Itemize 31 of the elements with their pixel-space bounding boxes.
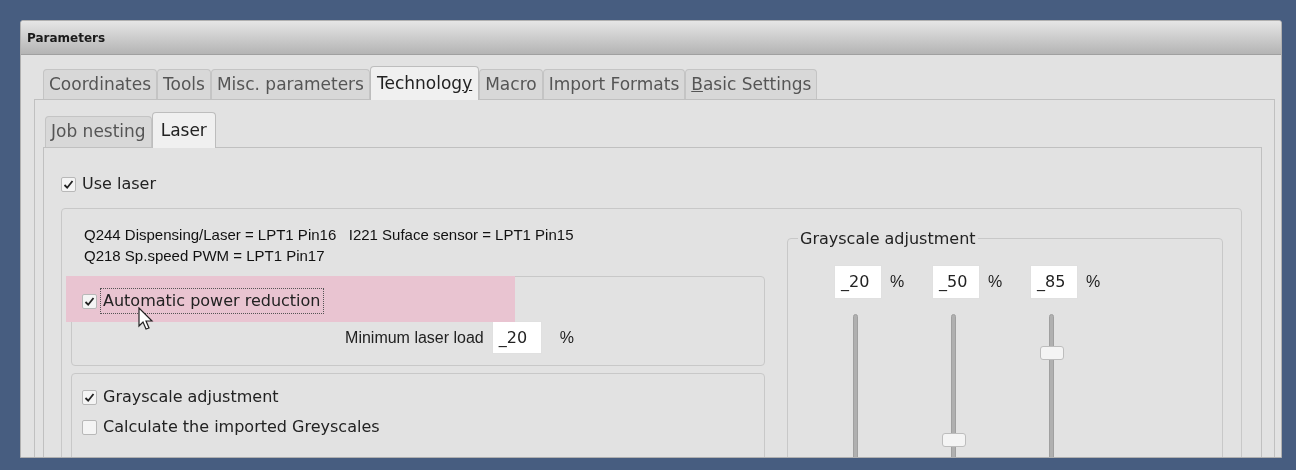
- tab[interactable]: Basic Settings: [685, 69, 818, 99]
- tab[interactable]: Job nesting: [45, 116, 152, 147]
- checkbox-label: Use laser: [82, 173, 156, 195]
- unit-label: %: [1086, 272, 1101, 292]
- tab[interactable]: Coordinates: [43, 69, 158, 99]
- tab[interactable]: Macro: [479, 69, 543, 99]
- unit-label: %: [890, 272, 905, 292]
- info-text: Q244 Dispensing/Laser = LPT1 Pin16 I221 Suface sensor = LPT1 Pin15: [84, 225, 575, 245]
- input-field[interactable]: _20: [491, 321, 542, 354]
- tab[interactable]: Tools: [157, 69, 211, 99]
- input-field[interactable]: _20: [834, 265, 882, 299]
- slider-thumb[interactable]: [942, 433, 966, 447]
- checkbox[interactable]: [82, 389, 97, 405]
- checkbox-label: Calculate the imported Greyscales: [103, 416, 380, 438]
- checkbox-label: Automatic power reduction: [101, 289, 323, 313]
- tab[interactable]: Import Formats: [542, 69, 686, 99]
- checkbox[interactable]: [82, 419, 97, 435]
- tab[interactable]: Laser: [151, 112, 216, 148]
- tab[interactable]: Technology: [369, 66, 480, 100]
- tab[interactable]: Misc. parameters: [210, 69, 370, 99]
- checkbox[interactable]: [61, 176, 76, 192]
- mouse-pointer-icon: [138, 307, 154, 331]
- input-field[interactable]: _50: [932, 265, 980, 299]
- input-field[interactable]: _85: [1030, 265, 1078, 299]
- field-label: Minimum laser load: [345, 327, 484, 348]
- info-text: Q218 Sp.speed PWM = LPT1 Pin17: [84, 246, 326, 266]
- window-title: Parameters: [27, 29, 106, 47]
- slider-thumb[interactable]: [1040, 345, 1064, 360]
- unit-label: %: [988, 272, 1003, 292]
- checkbox-label: Grayscale adjustment: [103, 386, 279, 408]
- unit-label: %: [559, 327, 574, 348]
